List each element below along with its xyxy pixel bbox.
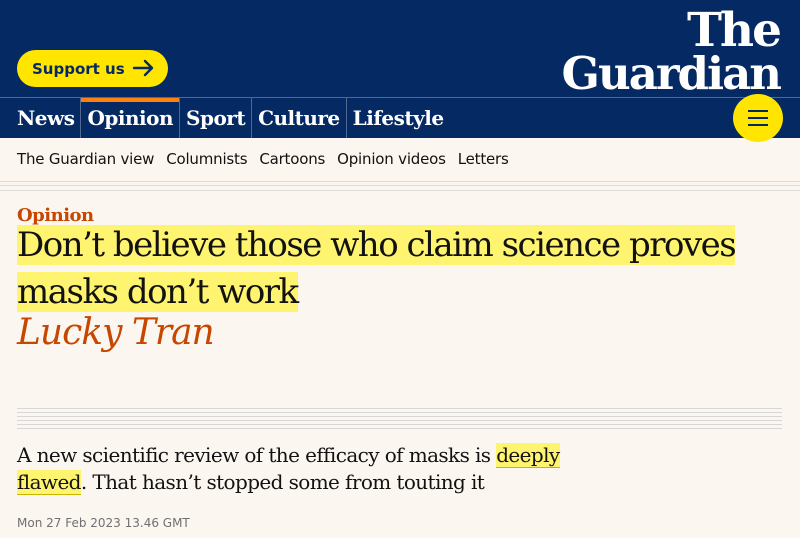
hamburger-icon-bar-bottom (748, 124, 768, 126)
subnav-columnists[interactable]: Columnists (166, 150, 247, 168)
support-us-button[interactable]: Support us (17, 50, 168, 87)
subnav-cartoons[interactable]: Cartoons (259, 150, 325, 168)
logo-line-1: The (686, 3, 782, 58)
byline-author[interactable]: Lucky Tran (17, 312, 215, 353)
decorative-rules (17, 408, 782, 429)
support-us-label: Support us (32, 59, 125, 78)
article-headline: Don’t believe those who claim science pr… (17, 222, 787, 316)
standfirst: A new scientific review of the efficacy … (17, 442, 592, 496)
masthead: Support us The Guardian News Opinion Spo… (0, 0, 800, 142)
publish-date: Mon 27 Feb 2023 13.46 GMT (17, 516, 190, 530)
subnav-opinion-videos[interactable]: Opinion videos (337, 150, 446, 168)
standfirst-text-after: . That hasn’t stopped some from touting … (80, 470, 485, 494)
subnav-divider-3 (0, 190, 800, 191)
menu-button[interactable] (733, 94, 783, 142)
pillar-nav: News Opinion Sport Culture Lifestyle (0, 98, 450, 138)
logo-line-2: Guardian (561, 47, 782, 100)
subnav-divider-1 (0, 181, 800, 182)
pillar-opinion[interactable]: Opinion (81, 98, 181, 138)
pillar-culture[interactable]: Culture (252, 98, 347, 138)
pillar-sport[interactable]: Sport (180, 98, 253, 138)
opinion-subnav: The Guardian view Columnists Cartoons Op… (17, 150, 521, 168)
pillar-lifestyle[interactable]: Lifestyle (347, 98, 450, 138)
standfirst-text-before: A new scientific review of the efficacy … (17, 443, 497, 467)
hamburger-icon-bar-middle (748, 117, 768, 119)
hamburger-icon-bar-top (748, 110, 768, 112)
pillar-news[interactable]: News (0, 98, 82, 138)
headline-text: Don’t believe those who claim science pr… (17, 225, 737, 312)
guardian-logo[interactable]: The Guardian (545, 3, 782, 100)
subnav-letters[interactable]: Letters (458, 150, 509, 168)
subnav-divider-2 (0, 185, 800, 186)
arrow-right-icon (132, 59, 154, 77)
subnav-guardian-view[interactable]: The Guardian view (17, 150, 154, 168)
